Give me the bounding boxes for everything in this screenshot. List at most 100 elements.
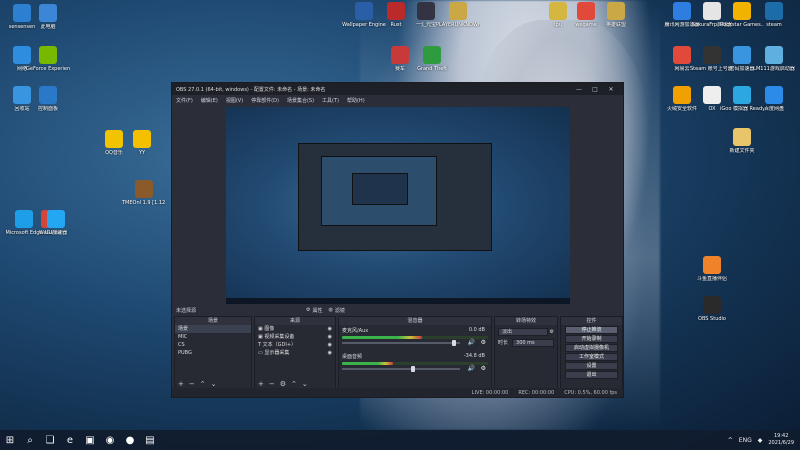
menu-docks[interactable]: 停靠部件(D) <box>251 97 279 104</box>
qq-music-taskbar-icon[interactable]: ● <box>120 430 140 450</box>
desktop-icon[interactable]: 英雄联盟 <box>594 2 638 28</box>
tray-expand-icon[interactable]: ^ <box>728 437 733 444</box>
menu-tools[interactable]: 工具(T) <box>322 97 339 104</box>
settings-button[interactable]: 设置 <box>565 362 618 370</box>
volume-knob[interactable] <box>410 366 415 372</box>
desktop-icon[interactable]: 此电脑 <box>26 4 70 30</box>
menu-file[interactable]: 文件(F) <box>176 97 193 104</box>
remove-icon[interactable]: − <box>189 380 195 388</box>
desktop-icon[interactable]: PLAYERUNKNOWN'S BATTLEGR... <box>436 2 480 28</box>
app-taskbar-icon[interactable]: ▤ <box>140 430 160 450</box>
app-icon <box>133 130 151 148</box>
gear-icon[interactable]: ⚙ <box>280 380 286 388</box>
menu-edit[interactable]: 编辑(E) <box>201 97 218 104</box>
volume-slider[interactable] <box>342 366 460 372</box>
desktop-icon[interactable]: steam <box>752 2 796 28</box>
source-item[interactable]: ▣ 视频采集设备 ◉ <box>255 333 335 341</box>
start-button[interactable]: ⊞ <box>0 430 20 450</box>
input-language[interactable]: ENG <box>739 437 752 444</box>
app-icon <box>703 86 721 104</box>
task-view-icon[interactable]: ❏ <box>40 430 60 450</box>
properties-icon[interactable]: ⚙ <box>306 307 310 313</box>
close-button[interactable]: ✕ <box>603 86 619 93</box>
filters-icon[interactable]: ◍ <box>329 307 333 313</box>
edge-icon[interactable]: e <box>60 430 80 450</box>
eye-icon[interactable]: ◉ <box>328 341 335 349</box>
desktop-icon[interactable]: UU加速器 <box>34 210 78 236</box>
source-item[interactable]: ▭ 显示器采集 ◉ <box>255 349 335 357</box>
level-meter <box>342 336 488 339</box>
minimize-button[interactable]: — <box>571 86 587 93</box>
clock-date: 2021/6/29 <box>768 440 794 446</box>
start-recording-button[interactable]: 开始录制 <box>565 335 618 343</box>
scene-item[interactable]: CS <box>175 341 251 349</box>
desktop-icon[interactable]: OBS Studio <box>690 296 734 322</box>
eye-icon[interactable]: ◉ <box>328 333 335 341</box>
desktop-icon-label: OBS Studio <box>698 316 726 322</box>
transition-duration-row: 时长 300 ms <box>498 338 554 347</box>
speaker-icon[interactable]: 🔊 <box>468 365 475 372</box>
eye-icon[interactable]: ◉ <box>328 349 335 357</box>
move-down-icon[interactable]: ⌄ <box>302 380 308 388</box>
duration-input[interactable]: 300 ms <box>512 338 554 347</box>
network-icon[interactable]: ◆ <box>758 437 763 444</box>
clock-time: 19:42 <box>773 433 789 439</box>
app-icon <box>673 86 691 104</box>
desktop-icon[interactable]: 控制面板 <box>26 86 70 112</box>
remove-icon[interactable]: − <box>269 380 275 388</box>
volume-slider[interactable] <box>342 340 460 346</box>
desktop-icon-label: 百度网盘 <box>763 106 784 112</box>
obs-taskbar-icon[interactable]: ◉ <box>100 430 120 450</box>
desktop-icon[interactable]: LM111游戏启动器 <box>752 46 796 72</box>
obs-preview-canvas[interactable] <box>226 107 570 304</box>
app-icon <box>449 2 467 20</box>
source-label: 显示器采集 <box>264 350 290 356</box>
speaker-icon[interactable]: 🔊 <box>468 339 475 346</box>
search-icon[interactable]: ⌕ <box>20 430 40 450</box>
add-icon[interactable]: + <box>258 380 264 388</box>
desktop-icon-label: 此电脑 <box>40 24 56 30</box>
explorer-icon[interactable]: ▣ <box>80 430 100 450</box>
desktop-icon[interactable]: TMEOnl 1.9 [1.12.2] 20... <box>122 180 166 206</box>
studio-mode-button[interactable]: 工作室模式 <box>565 353 618 361</box>
clock[interactable]: 19:42 2021/6/29 <box>768 433 794 447</box>
menu-help[interactable]: 帮助(H) <box>347 97 365 104</box>
source-label: 视频采集设备 <box>264 334 295 340</box>
menu-scene-collection[interactable]: 场景集合(S) <box>287 97 314 104</box>
app-icon <box>733 46 751 64</box>
eye-icon[interactable]: ◉ <box>328 325 335 333</box>
desktop-icon[interactable]: 斗鱼直播伴侣 <box>690 256 734 282</box>
desktop-icon[interactable]: Grand Theft <box>410 46 454 72</box>
filters-label[interactable]: 滤镜 <box>335 307 345 314</box>
mixer-channel: 麦克风/Aux 0.0 dB 🔊 ⚙ <box>339 325 491 351</box>
channel-name: 麦克风/Aux <box>342 328 369 334</box>
source-item[interactable]: ▣ 图像 ◉ <box>255 325 335 333</box>
desktop-icon[interactable]: 百度网盘 <box>752 86 796 112</box>
scene-item[interactable]: PUBG <box>175 349 251 357</box>
transition-select[interactable]: 淡出 <box>498 327 548 336</box>
exit-button[interactable]: 退出 <box>565 371 618 379</box>
obs-title-bar[interactable]: OBS 27.0.1 (64-bit, windows) - 配置文件: 未命名… <box>172 83 623 95</box>
stop-streaming-button[interactable]: 停止推流 <box>565 326 618 334</box>
app-icon <box>703 46 721 64</box>
gear-icon[interactable]: ⚙ <box>550 329 554 335</box>
scene-item[interactable]: 场景 <box>175 325 251 333</box>
desktop-icon[interactable]: GeForce Experience <box>26 46 70 72</box>
preview-nested-canvas-2 <box>352 173 408 205</box>
sources-dock: 来源 ▣ 图像 ◉ ▣ 视频采集设备 ◉ T 文本（GDI+） ◉ ▭ 显示器采集 ◉ … <box>254 316 336 389</box>
maximize-button[interactable]: □ <box>587 86 603 93</box>
move-up-icon[interactable]: ⌃ <box>291 380 297 388</box>
add-icon[interactable]: + <box>178 380 184 388</box>
properties-label[interactable]: 属性 <box>313 307 323 314</box>
move-up-icon[interactable]: ⌃ <box>200 380 206 388</box>
volume-knob[interactable] <box>452 340 457 346</box>
desktop-icon[interactable]: YY <box>120 130 164 156</box>
scene-item[interactable]: MIC <box>175 333 251 341</box>
source-item[interactable]: T 文本（GDI+） ◉ <box>255 341 335 349</box>
desktop-icon[interactable]: 新建文件夹 <box>720 128 764 154</box>
start-virtual-camera-button[interactable]: 启动虚拟摄像机 <box>565 344 618 352</box>
gear-icon[interactable]: ⚙ <box>481 365 486 372</box>
menu-view[interactable]: 视图(V) <box>226 97 243 104</box>
move-down-icon[interactable]: ⌄ <box>211 380 217 388</box>
gear-icon[interactable]: ⚙ <box>481 339 486 346</box>
